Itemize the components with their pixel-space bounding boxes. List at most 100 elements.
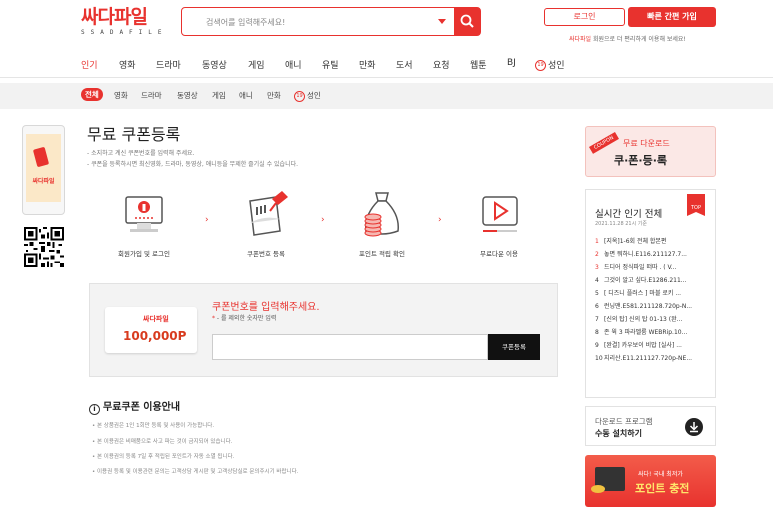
nav-item-game[interactable]: 게임 — [248, 58, 265, 71]
nav-item-adult-label: 성인 — [548, 61, 565, 71]
download-program-banner[interactable]: 다운로드 프로그램 수동 설치하기 — [585, 406, 716, 446]
download-banner-title: 수동 설치하기 — [595, 429, 642, 438]
step-arrow-icon: › — [438, 215, 442, 225]
main-nav: 인기 영화 드라마 동영상 게임 애니 유틸 만화 도서 요청 웹툰 BJ 19… — [0, 51, 773, 78]
step-signup: 회원가입 및 로그인 — [104, 185, 184, 258]
subnav-item-game[interactable]: 게임 — [212, 90, 226, 101]
page-description-2: - 쿠폰을 등록하시면 최신영화, 드라마, 동영상, 애니등을 무제한 즐기실… — [87, 161, 299, 168]
ranking-item[interactable]: 9 [완결] 카우보이 비밥 [실사] ... — [595, 340, 713, 353]
subnav-item-movie[interactable]: 영화 — [114, 90, 128, 101]
ranking-title: 실시간 인기 전체 — [595, 209, 663, 220]
nav-item-popular[interactable]: 인기 — [81, 58, 98, 71]
search-input[interactable]: 검색어를 입력해주세요! — [206, 17, 285, 28]
nav-item-video[interactable]: 동영상 — [202, 58, 227, 71]
nav-item-bj[interactable]: BJ — [507, 58, 516, 68]
ranking-item[interactable]: 7 [신의 탑] 신의 탑 01-13 (완... — [595, 314, 713, 327]
subnav-item-all[interactable]: 전체 — [81, 88, 103, 101]
step-label: 쿠폰번호 등록 — [247, 250, 285, 258]
search-category-dropdown-icon[interactable] — [438, 19, 446, 24]
login-button[interactable]: 로그인 — [544, 8, 625, 26]
subnav-item-adult[interactable]: 19 성인 — [294, 90, 321, 102]
rank-number: 9 — [595, 342, 599, 349]
rank-title: [지옥]1-6회 전체 합본편 — [604, 238, 667, 245]
realtime-ranking-panel: 실시간 인기 전체 2021.11.28 21시 기준 TOP 1 [지옥]1-6… — [585, 189, 716, 398]
rank-number: 8 — [595, 329, 599, 336]
guide-title-text: 무료쿠폰 이용안내 — [103, 402, 181, 413]
nav-item-drama[interactable]: 드라마 — [156, 58, 181, 71]
promo-highlight: 싸다파일 — [569, 36, 592, 43]
app-phone-banner[interactable]: 싸다파일 — [22, 125, 65, 215]
nav-divider — [0, 77, 773, 78]
point-charge-banner[interactable]: 싸다! 국내 최저가 포인트 충전 — [585, 455, 716, 507]
video-play-icon — [482, 196, 518, 232]
ranking-item[interactable]: 6 런닝맨.E581.211128.720p-N... — [595, 301, 713, 314]
coupon-register-banner[interactable]: COUPON 무료 다운로드 쿠·폰·등·록 — [585, 126, 716, 177]
adult-19-icon: 19 — [294, 90, 305, 102]
rank-number: 1 — [595, 238, 599, 245]
subnav-item-video[interactable]: 동영상 — [177, 90, 198, 101]
ranking-item[interactable]: 5 [ 디즈니 플러스 ] 마블 로키 ... — [595, 288, 713, 301]
search-button[interactable] — [454, 8, 480, 35]
coupon-tag: COUPON — [588, 132, 619, 154]
step-label: 무료다운 이용 — [480, 250, 518, 258]
nav-item-webtoon[interactable]: 웹툰 — [470, 58, 487, 71]
step-coupon-register: 쿠폰번호 등록 — [226, 185, 306, 258]
nav-item-adult[interactable]: 19 성인 — [535, 58, 565, 71]
step-point-check: 포인트 적립 확인 — [342, 185, 422, 258]
subnav-item-drama[interactable]: 드라마 — [141, 90, 162, 101]
guide-item: • 본 이용권은 비매품으로 사고 파는 것이 금지되어 있습니다. — [92, 439, 233, 445]
nav-item-request[interactable]: 요청 — [433, 58, 450, 71]
search-icon — [460, 14, 474, 28]
step-free-download: 무료다운 이용 — [459, 185, 539, 258]
nav-item-anime[interactable]: 애니 — [285, 58, 302, 71]
phone-brand-text: 싸다파일 — [32, 178, 55, 185]
point-banner-title: 포인트 충전 — [635, 482, 690, 495]
rank-number: 4 — [595, 277, 599, 284]
step-label: 포인트 적립 확인 — [359, 250, 405, 258]
coupon-input-note: * - 를 제외한 숫자만 입력 — [212, 313, 276, 322]
coupon-number-input[interactable] — [212, 334, 488, 360]
logo-text: 싸다파일 — [81, 6, 148, 28]
ranking-item[interactable]: 2 놓면 뭐하니.E116.211127.7... — [595, 249, 713, 262]
guide-title: i 무료쿠폰 이용안내 — [89, 398, 180, 415]
rank-title: 지리산.E11.211127.720p-NE... — [604, 355, 693, 362]
download-banner-subtitle: 다운로드 프로그램 — [595, 417, 653, 426]
ranking-item[interactable]: 1 [지옥]1-6회 전체 합본편 — [595, 236, 713, 249]
promo-text: 싸다파일 회원으로 더 편리하게 이용해 보세요! — [569, 34, 686, 43]
ranking-item[interactable]: 8 존 윅 3 파라벨룸 WEBRip.10... — [595, 327, 713, 340]
coupon-banner-title: 쿠·폰·등·록 — [614, 154, 668, 167]
rank-title: [신의 탑] 신의 탑 01-13 (완... — [604, 316, 683, 323]
point-banner-subtitle: 싸다! 국내 최저가 — [638, 471, 683, 478]
page-title: 무료 쿠폰등록 — [87, 125, 181, 144]
qr-code-icon — [24, 227, 64, 267]
site-logo[interactable]: 싸다파일 SSADAFILE — [81, 6, 162, 40]
nav-item-comic[interactable]: 만화 — [359, 58, 376, 71]
document-pin-icon — [249, 191, 288, 236]
coupon-register-button[interactable]: 쿠폰등록 — [488, 334, 540, 360]
subnav-item-anime[interactable]: 애니 — [239, 90, 253, 101]
subnav-item-comic[interactable]: 만화 — [267, 90, 281, 101]
coin-icon — [591, 485, 605, 493]
step-label: 회원가입 및 로그인 — [118, 250, 170, 258]
coupon-note-text: - 를 제외한 숫자만 입력 — [215, 315, 277, 322]
ranking-item[interactable]: 10지리산.E11.211127.720p-NE... — [595, 353, 713, 366]
ranking-item[interactable]: 4 그것이 알고 싶다.E1286.211... — [595, 275, 713, 288]
rank-title: [완결] 카우보이 비밥 [실사] ... — [604, 342, 682, 349]
step-arrow-icon: › — [321, 215, 325, 225]
adult-19-icon: 19 — [535, 60, 546, 71]
rank-title: [ 디즈니 플러스 ] 마블 로키 ... — [604, 290, 682, 297]
rank-title: 런닝맨.E581.211128.720p-N... — [604, 303, 693, 310]
nav-item-book[interactable]: 도서 — [396, 58, 413, 71]
ranking-item[interactable]: 3 드디어 정식파일 떠따 . ( V... — [595, 262, 713, 275]
download-icon — [685, 418, 703, 436]
join-button[interactable]: 빠른 간편 가입 — [628, 7, 716, 27]
page-description-1: - 소지하고 계신 쿠폰번호를 입력해 주세요. — [87, 150, 195, 157]
ranking-date: 2021.11.28 21시 기준 — [595, 221, 647, 227]
rank-title: 그것이 알고 싶다.E1286.211... — [604, 277, 687, 284]
ticket-amount: 100,000P — [123, 329, 187, 343]
nav-item-util[interactable]: 유틸 — [322, 58, 339, 71]
nav-item-movie[interactable]: 영화 — [119, 58, 136, 71]
rank-number: 3 — [595, 264, 599, 271]
rank-number: 7 — [595, 316, 599, 323]
search-bar[interactable]: 검색어를 입력해주세요! — [181, 7, 481, 36]
